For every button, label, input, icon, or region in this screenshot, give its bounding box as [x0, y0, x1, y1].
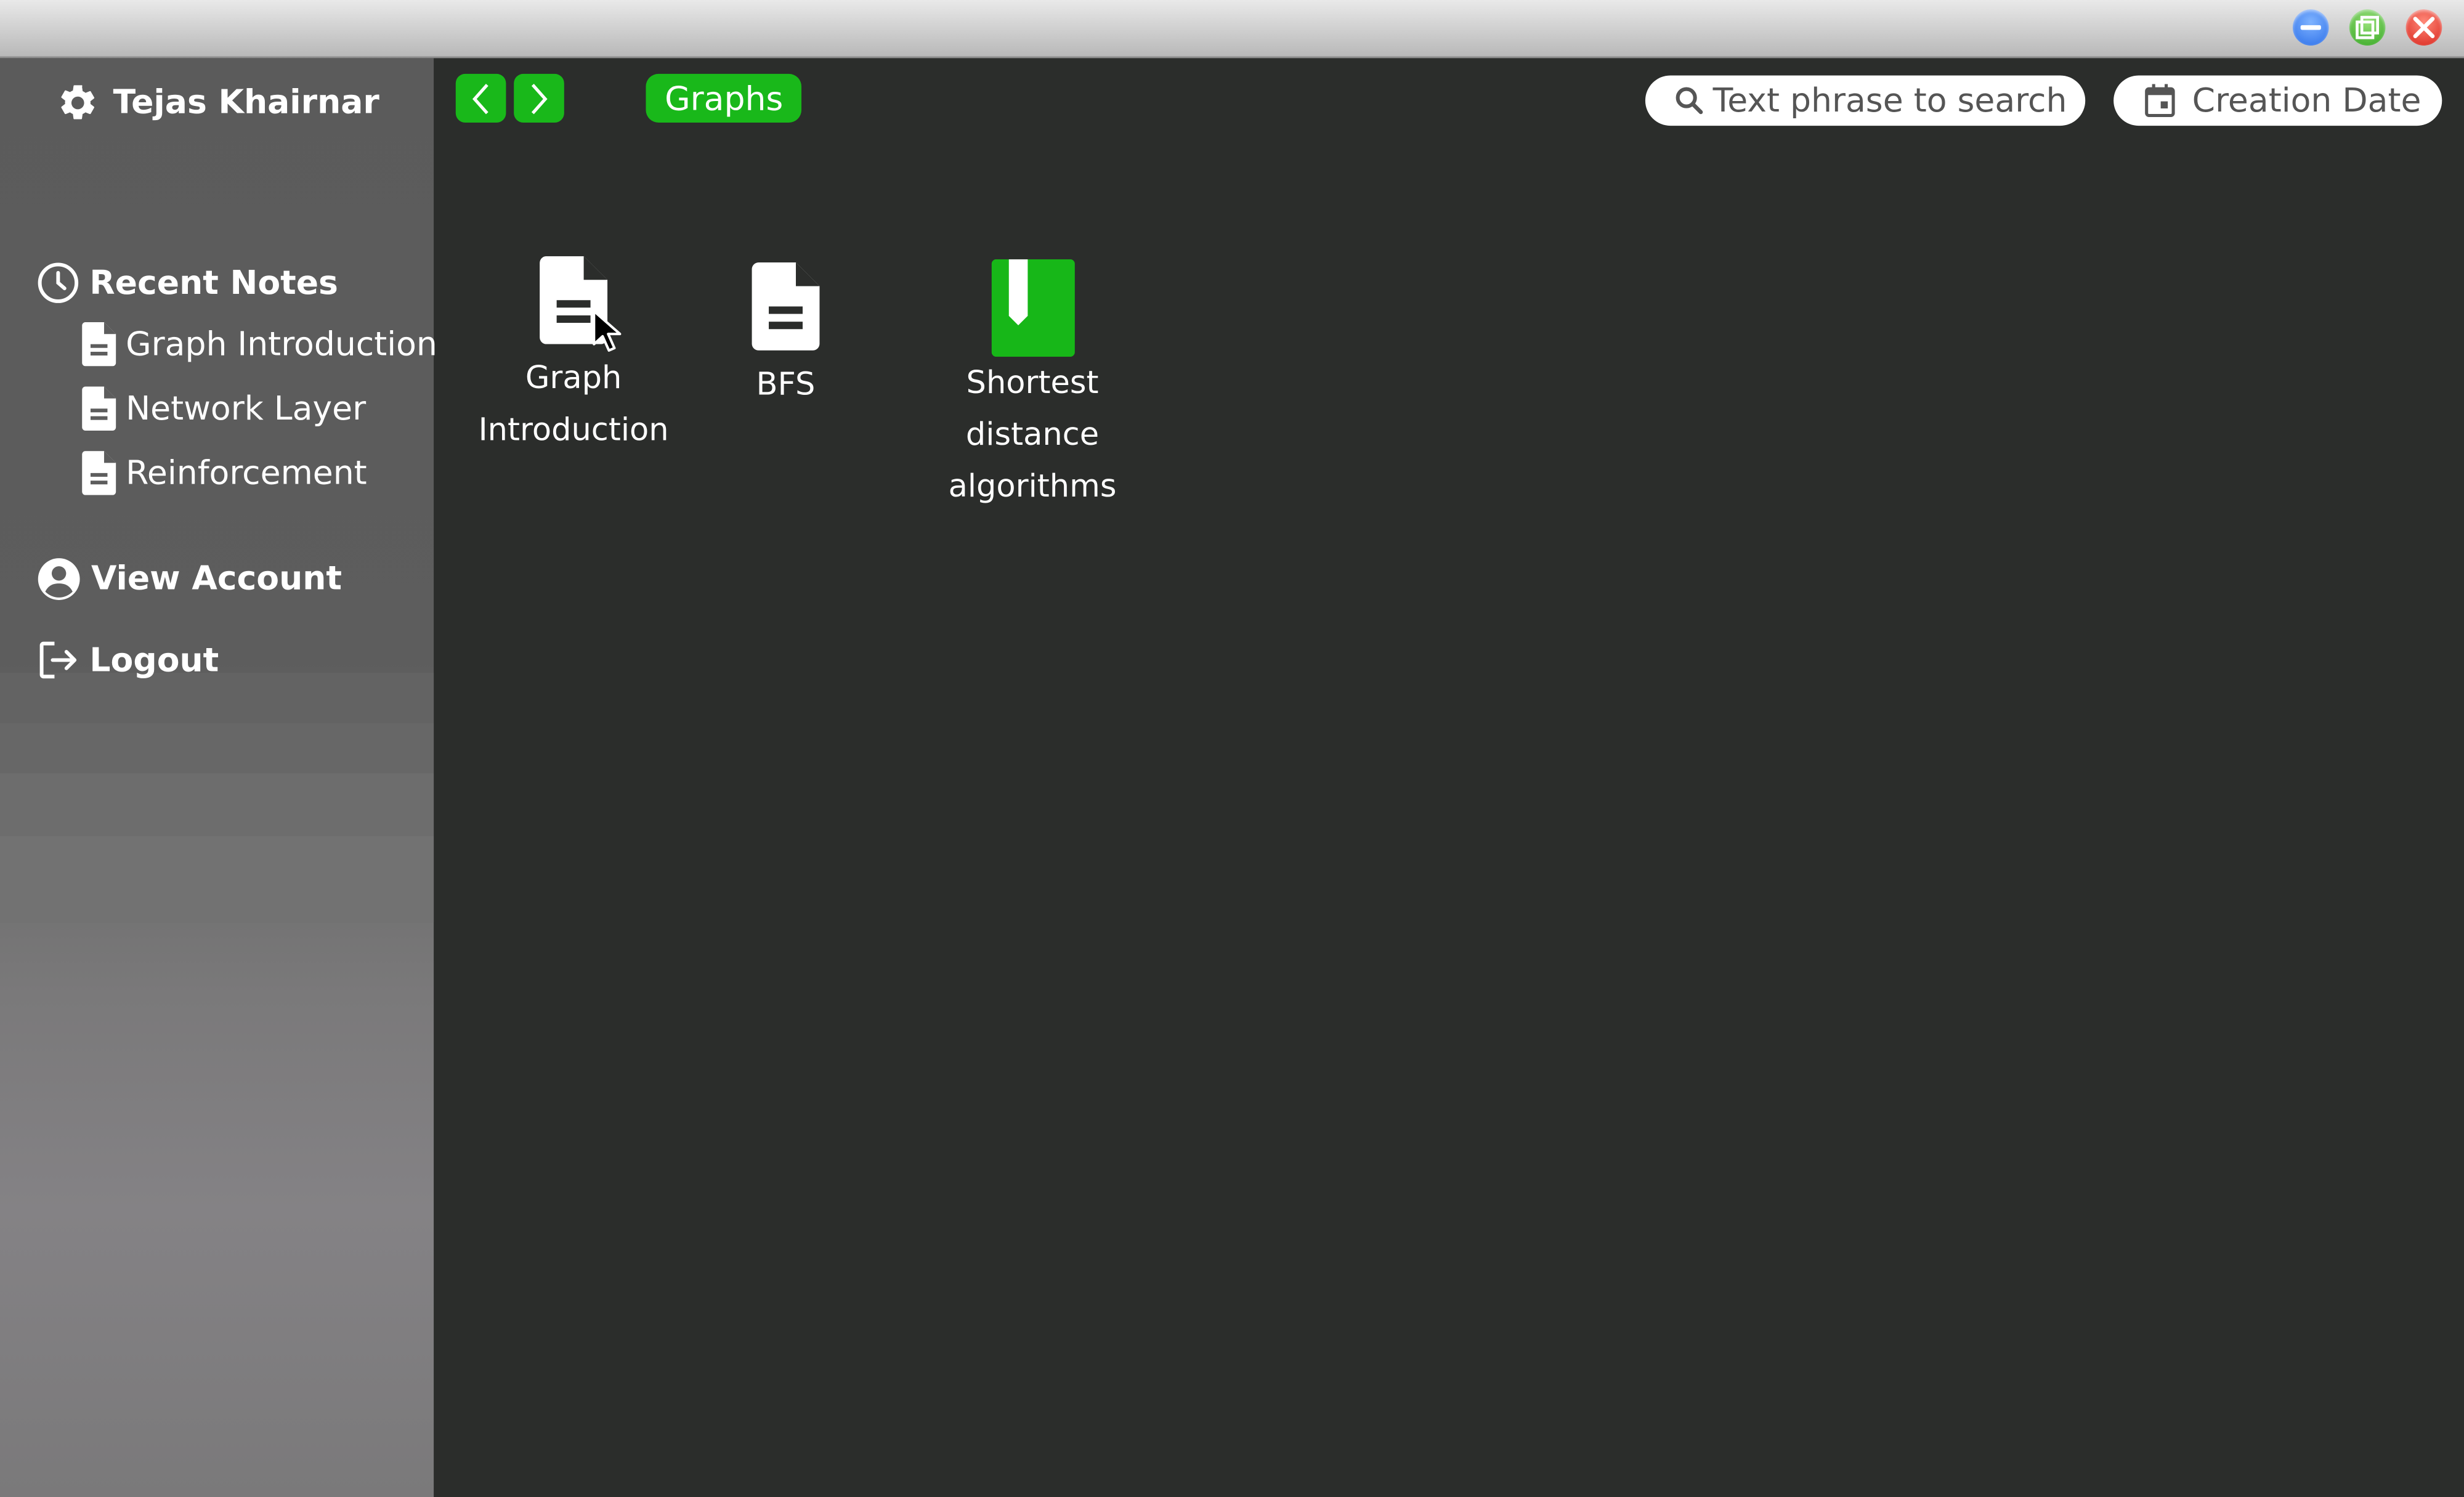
file-label: Introduction: [478, 410, 669, 448]
sidebar-band: [0, 723, 434, 774]
creation-date-filter[interactable]: Creation Date: [2113, 75, 2442, 126]
search-icon: [1676, 87, 1703, 115]
file-item[interactable]: Graph Introduction: [471, 256, 676, 456]
minimize-icon: [2300, 25, 2321, 30]
app-window: Tejas Khairnar Recent Notes Graph Introd…: [0, 0, 2464, 1497]
sidebar-band: [0, 836, 434, 923]
title-bar: [0, 0, 2464, 59]
recent-note-item[interactable]: Network Layer: [82, 385, 366, 432]
minimize-button[interactable]: [2292, 9, 2329, 46]
notebook-label: algorithms: [948, 466, 1117, 505]
forward-button[interactable]: [514, 73, 564, 123]
recent-note-item[interactable]: Reinforcement: [82, 450, 367, 497]
maximize-icon: [2356, 15, 2379, 39]
view-account-link[interactable]: View Account: [36, 553, 342, 604]
sidebar: Tejas Khairnar Recent Notes Graph Introd…: [0, 58, 437, 1497]
recent-notes-heading: Recent Notes: [36, 259, 338, 307]
logout-link[interactable]: Logout: [36, 635, 219, 686]
document-icon: [82, 386, 116, 431]
chevron-right-icon: [531, 83, 548, 114]
recent-note-label: Network Layer: [126, 389, 367, 428]
maximize-button[interactable]: [2349, 9, 2386, 46]
recent-note-item[interactable]: Graph Introduction: [82, 320, 437, 368]
close-button[interactable]: [2405, 9, 2442, 46]
search-input[interactable]: Text phrase to search: [1645, 75, 2086, 126]
document-icon: [82, 322, 116, 367]
chevron-left-icon: [472, 83, 488, 114]
user-name: Tejas Khairnar: [113, 83, 379, 121]
breadcrumb-current-folder[interactable]: Graphs: [646, 73, 802, 123]
back-button[interactable]: [455, 73, 506, 123]
account-circle-icon: [38, 557, 80, 599]
logout-icon: [39, 641, 77, 679]
gear-icon[interactable]: [57, 81, 99, 123]
close-icon: [2413, 17, 2435, 38]
file-label: BFS: [756, 364, 816, 403]
file-item[interactable]: BFS: [707, 262, 864, 410]
recent-notes-label: Recent Notes: [89, 264, 338, 302]
recent-note-label: Graph Introduction: [126, 325, 437, 363]
notebook-label: distance: [965, 415, 1100, 453]
notebook-label: Shortest: [966, 363, 1099, 401]
notebook-icon: [991, 259, 1074, 357]
creation-date-label: Creation Date: [2192, 81, 2421, 120]
recent-note-label: Reinforcement: [126, 454, 367, 492]
calendar-icon: [2145, 84, 2175, 118]
document-icon: [82, 451, 116, 495]
file-label: Graph: [525, 358, 622, 396]
sidebar-band: [0, 773, 434, 837]
document-icon: [752, 262, 820, 351]
user-profile-header[interactable]: Tejas Khairnar: [57, 80, 379, 124]
notebook-item[interactable]: Shortest distance algorithms: [930, 259, 1135, 513]
logout-label: Logout: [89, 641, 219, 680]
view-account-label: View Account: [91, 559, 342, 598]
search-placeholder: Text phrase to search: [1712, 81, 2067, 120]
clock-icon: [38, 262, 79, 303]
mouse-pointer-icon: [593, 310, 622, 352]
